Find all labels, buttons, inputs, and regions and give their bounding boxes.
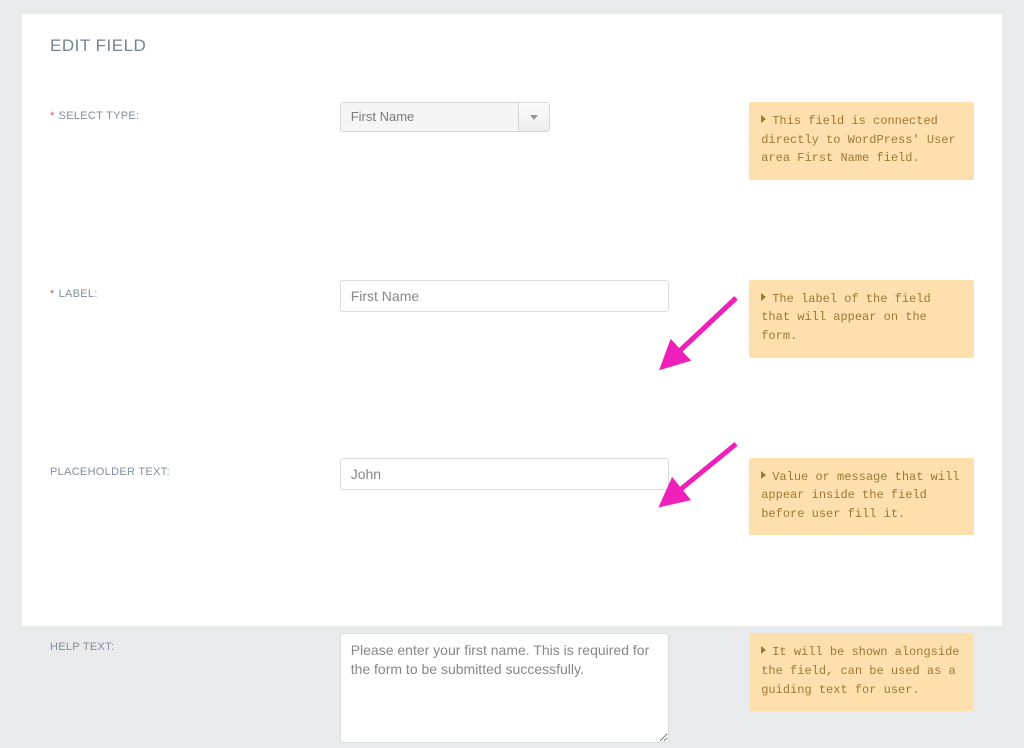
caret-right-icon (761, 293, 766, 301)
label-placeholder: PLACEHOLDER TEXT: (50, 458, 340, 478)
row-label: *LABEL: The label of the field that will… (50, 280, 974, 358)
help-text-textarea[interactable] (340, 633, 670, 743)
required-marker: * (50, 110, 55, 122)
tip-label: The label of the field that will appear … (749, 280, 974, 358)
select-type-toggle[interactable] (519, 103, 549, 131)
row-help-text: HELP TEXT: It will be shown alongside th… (50, 633, 974, 748)
edit-field-panel: EDIT FIELD *SELECT TYPE: First Name This… (22, 14, 1002, 626)
select-type-value: First Name (341, 103, 519, 131)
tip-placeholder: Value or message that will appear inside… (749, 458, 974, 536)
chevron-down-icon (530, 115, 538, 120)
row-select-type: *SELECT TYPE: First Name This field is c… (50, 102, 974, 180)
required-marker: * (50, 288, 55, 300)
label-select-type: *SELECT TYPE: (50, 102, 340, 122)
label-input[interactable] (340, 280, 670, 312)
label-label: *LABEL: (50, 280, 340, 300)
caret-right-icon (761, 646, 766, 654)
tip-help-text: It will be shown alongside the field, ca… (749, 633, 974, 711)
row-placeholder: PLACEHOLDER TEXT: Value or message that … (50, 458, 974, 536)
tip-select-type: This field is connected directly to Word… (749, 102, 974, 180)
page-title: EDIT FIELD (50, 36, 974, 56)
caret-right-icon (761, 115, 766, 123)
caret-right-icon (761, 471, 766, 479)
label-help-text: HELP TEXT: (50, 633, 340, 653)
select-type-dropdown[interactable]: First Name (340, 102, 550, 132)
placeholder-input[interactable] (340, 458, 670, 490)
